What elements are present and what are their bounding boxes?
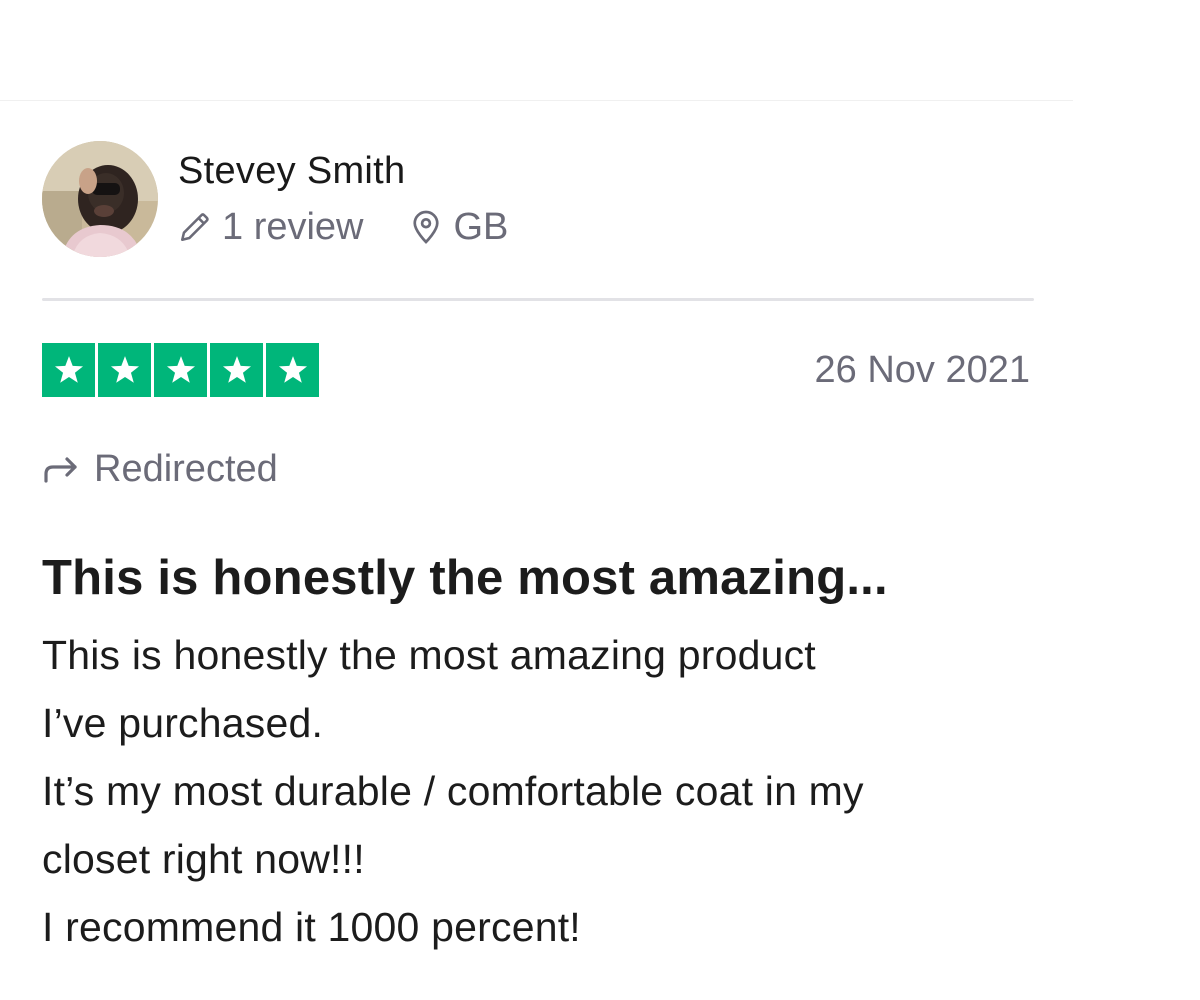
section-divider xyxy=(42,298,1034,301)
star-icon xyxy=(266,343,319,397)
review-body: This is honestly the most amazing produc… xyxy=(42,621,1034,961)
review-body-line: I recommend it 1000 percent! xyxy=(42,904,581,950)
consumer-info-section: Stevey Smith 1 review GB xyxy=(42,141,1034,257)
review-body-line: This is honestly the most amazing produc… xyxy=(42,632,816,678)
location: GB xyxy=(408,205,509,249)
redirected-label: Redirected xyxy=(42,447,1034,491)
review-body-line: It’s my most durable / comfortable coat … xyxy=(42,768,864,814)
star-icon xyxy=(42,343,95,397)
review-body-line: I’ve purchased. xyxy=(42,700,324,746)
location-pin-icon xyxy=(408,209,444,245)
avatar[interactable] xyxy=(42,141,158,257)
redirected-text: Redirected xyxy=(94,447,278,490)
location-label: GB xyxy=(453,206,509,248)
review-title[interactable]: This is honestly the most amazing... xyxy=(42,549,1034,607)
top-divider xyxy=(0,100,1073,101)
star-icon xyxy=(210,343,263,397)
star-icon xyxy=(98,343,151,397)
review-body-line: closet right now!!! xyxy=(42,836,365,882)
avatar-photo xyxy=(42,141,158,257)
review-count: 1 review xyxy=(178,205,364,249)
consumer-name[interactable]: Stevey Smith xyxy=(178,149,508,193)
review-count-label: 1 review xyxy=(222,206,364,248)
star-rating xyxy=(42,343,319,397)
consumer-meta: 1 review GB xyxy=(178,205,508,249)
pencil-icon xyxy=(178,210,212,244)
rating-row: 26 Nov 2021 xyxy=(42,343,1034,397)
review-date: 26 Nov 2021 xyxy=(814,348,1031,391)
review-card: Stevey Smith 1 review GB 26 Nov 2021 Red… xyxy=(42,141,1034,961)
consumer-details: Stevey Smith 1 review GB xyxy=(178,141,508,249)
star-icon xyxy=(154,343,207,397)
redirect-arrow-icon xyxy=(42,454,80,484)
